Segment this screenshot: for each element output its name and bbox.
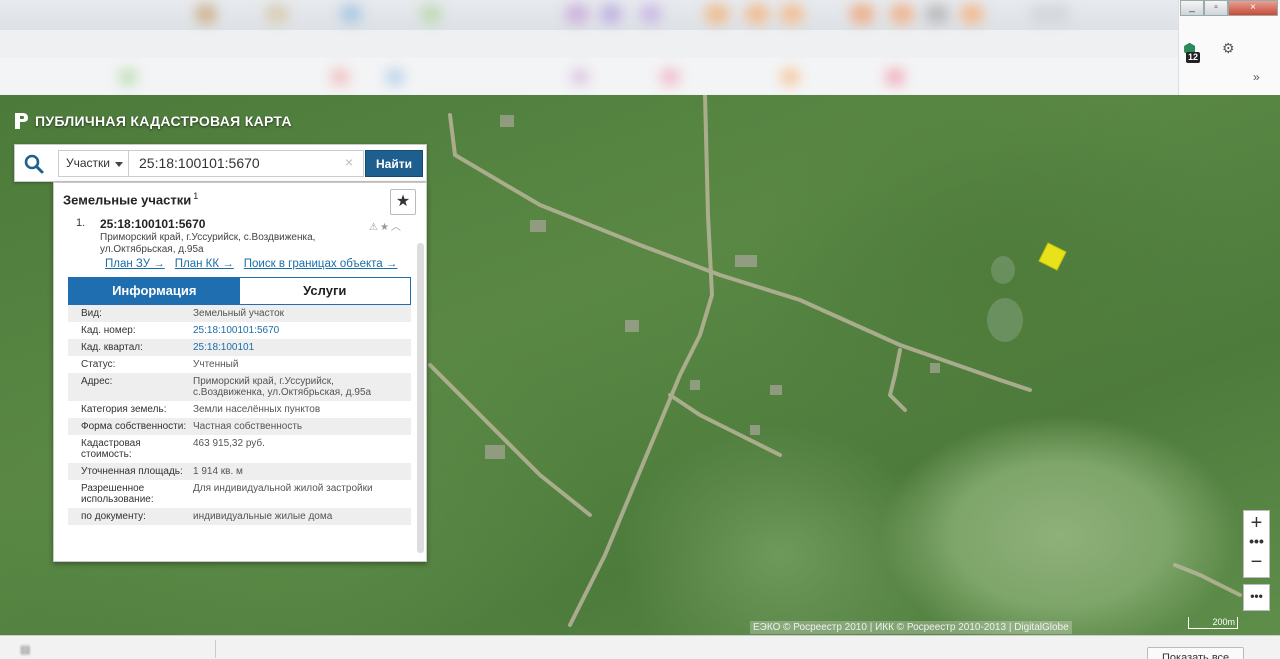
road-village (668, 393, 782, 457)
map-attribution: ЕЭКО © Росреестр 2010 | ИКК © Росреестр … (750, 621, 1072, 634)
info-value: 463 915,32 руб. (193, 438, 265, 449)
info-tabs: Информация Услуги (68, 277, 411, 305)
extension-settings-icon[interactable]: ⚙ (1222, 40, 1235, 57)
info-value: Земельный участок (193, 308, 285, 319)
result-count: 1 (193, 191, 199, 201)
info-row: Адрес: Приморский край, г.Уссурийск, с.Во… (68, 373, 411, 401)
clear-search-icon[interactable]: × (345, 154, 353, 170)
show-all-downloads-button[interactable]: Показать все (1147, 647, 1245, 659)
download-bar: ▤ Показать все (0, 635, 1280, 659)
road-east (1173, 563, 1242, 597)
info-row: Статус: Учтенный (68, 356, 411, 373)
zoom-slider-dots[interactable]: ••• (1244, 534, 1269, 550)
search-icon[interactable] (23, 153, 45, 175)
map-scale: 200m (1188, 617, 1238, 629)
download-separator (215, 640, 216, 658)
info-value: 1 914 кв. м (193, 466, 243, 477)
find-button[interactable]: Найти (365, 150, 423, 177)
cadastre-logo-icon (15, 113, 28, 129)
road-north-south (568, 95, 715, 627)
info-row: Кад. номер: 25:18:100101:5670 (68, 322, 411, 339)
info-value[interactable]: 25:18:100101:5670 (193, 325, 403, 336)
search-type-select[interactable]: Участки (58, 150, 129, 177)
browser-chrome: _ ▫ × ⬢ 12 ⚙ » (0, 0, 1280, 95)
info-key: Кад. квартал: (81, 342, 143, 353)
search-in-bounds-link[interactable]: Поиск в границах объекта → (244, 258, 398, 270)
result-links: План ЗУ → План КК → Поиск в границах объек… (105, 258, 407, 270)
chevron-down-icon (115, 162, 123, 167)
result-address: Приморский край, г.Уссурийск, с.Воздвиже… (100, 232, 316, 255)
info-row: Разрешенное использование: Для индивидуал… (68, 480, 411, 508)
info-row: Форма собственности: Частная собственност… (68, 418, 411, 435)
info-key: Статус: (81, 359, 116, 370)
result-number: 1. (76, 217, 86, 229)
info-key: Кадастровая стоимость: (81, 438, 141, 460)
selected-parcel (1038, 242, 1067, 271)
road-branch (887, 348, 907, 412)
info-value: Для индивидуальной жилой застройки (193, 483, 373, 494)
info-value: Частная собственность (193, 421, 303, 432)
more-extensions-icon[interactable]: » (1253, 70, 1260, 84)
info-key: Уточненная площадь: (81, 466, 183, 477)
info-key: Категория земель: (81, 404, 167, 415)
zoom-out-button[interactable]: − (1244, 550, 1269, 577)
info-key: Вид: (81, 308, 102, 319)
search-input[interactable]: 25:18:100101:5670 (129, 150, 364, 177)
info-key: Адрес: (81, 376, 113, 387)
info-row: по документу: индивидуальные жилые дома (68, 508, 411, 525)
search-bar: Участки 25:18:100101:5670 × Найти (14, 144, 427, 182)
info-value: Земли населённых пунктов (193, 404, 321, 415)
result-cadastral-number[interactable]: 25:18:100101:5670 (100, 217, 205, 231)
panel-scrollbar[interactable] (417, 243, 424, 553)
info-value: Приморский край, г.Уссурийск, с.Воздвиже… (193, 376, 372, 398)
plan-kk-link[interactable]: План КК → (175, 258, 234, 270)
info-row: Вид: Земельный участок (68, 305, 411, 322)
info-value: индивидуальные жилые дома (193, 511, 333, 522)
zoom-control: + ••• − (1243, 510, 1270, 578)
browser-tab-strip (0, 0, 1178, 30)
road-main (448, 113, 1032, 392)
close-window-button[interactable]: × (1228, 0, 1278, 16)
results-panel: Земельные участки 1 ★ 1. 25:18:100101:567… (53, 182, 427, 562)
bookmarks-bar (0, 58, 1178, 94)
maximize-button[interactable]: ▫ (1204, 0, 1228, 16)
favorite-star-icon[interactable]: ★ (390, 189, 416, 215)
app-title: ПУБЛИЧНАЯ КАДАСТРОВАЯ КАРТА (35, 113, 292, 129)
map-more-button[interactable]: ••• (1243, 584, 1270, 611)
plan-zu-link[interactable]: План ЗУ → (105, 258, 165, 270)
info-value: Учтенный (193, 359, 239, 370)
info-row: Уточненная площадь: 1 914 кв. м (68, 463, 411, 480)
info-row: Кад. квартал: 25:18:100101 (68, 339, 411, 356)
info-key: по документу: (81, 511, 146, 522)
download-item[interactable]: ▤ (20, 643, 30, 656)
tab-information[interactable]: Информация (69, 278, 240, 304)
info-key: Кад. номер: (81, 325, 136, 336)
search-type-label: Участки (66, 156, 110, 170)
minimize-button[interactable]: _ (1180, 0, 1204, 16)
panel-title-text: Земельные участки (63, 192, 192, 208)
panel-title: Земельные участки 1 (63, 191, 198, 207)
info-row: Кадастровая стоимость: 463 915,32 руб. (68, 435, 411, 463)
info-row: Категория земель: Земли населённых пункто… (68, 401, 411, 418)
app-logo[interactable]: ПУБЛИЧНАЯ КАДАСТРОВАЯ КАРТА (13, 112, 292, 130)
result-action-icons[interactable]: ⚠★︿ (369, 218, 403, 233)
info-key: Разрешенное использование: (81, 483, 154, 505)
extension-badge: 12 (1186, 52, 1201, 63)
tab-services[interactable]: Услуги (239, 278, 410, 304)
road-west (428, 363, 592, 517)
info-key: Форма собственности: (81, 421, 187, 432)
info-table: Вид: Земельный участок Кад. номер: 25:18:1… (68, 305, 411, 525)
info-value[interactable]: 25:18:100101 (193, 342, 403, 353)
